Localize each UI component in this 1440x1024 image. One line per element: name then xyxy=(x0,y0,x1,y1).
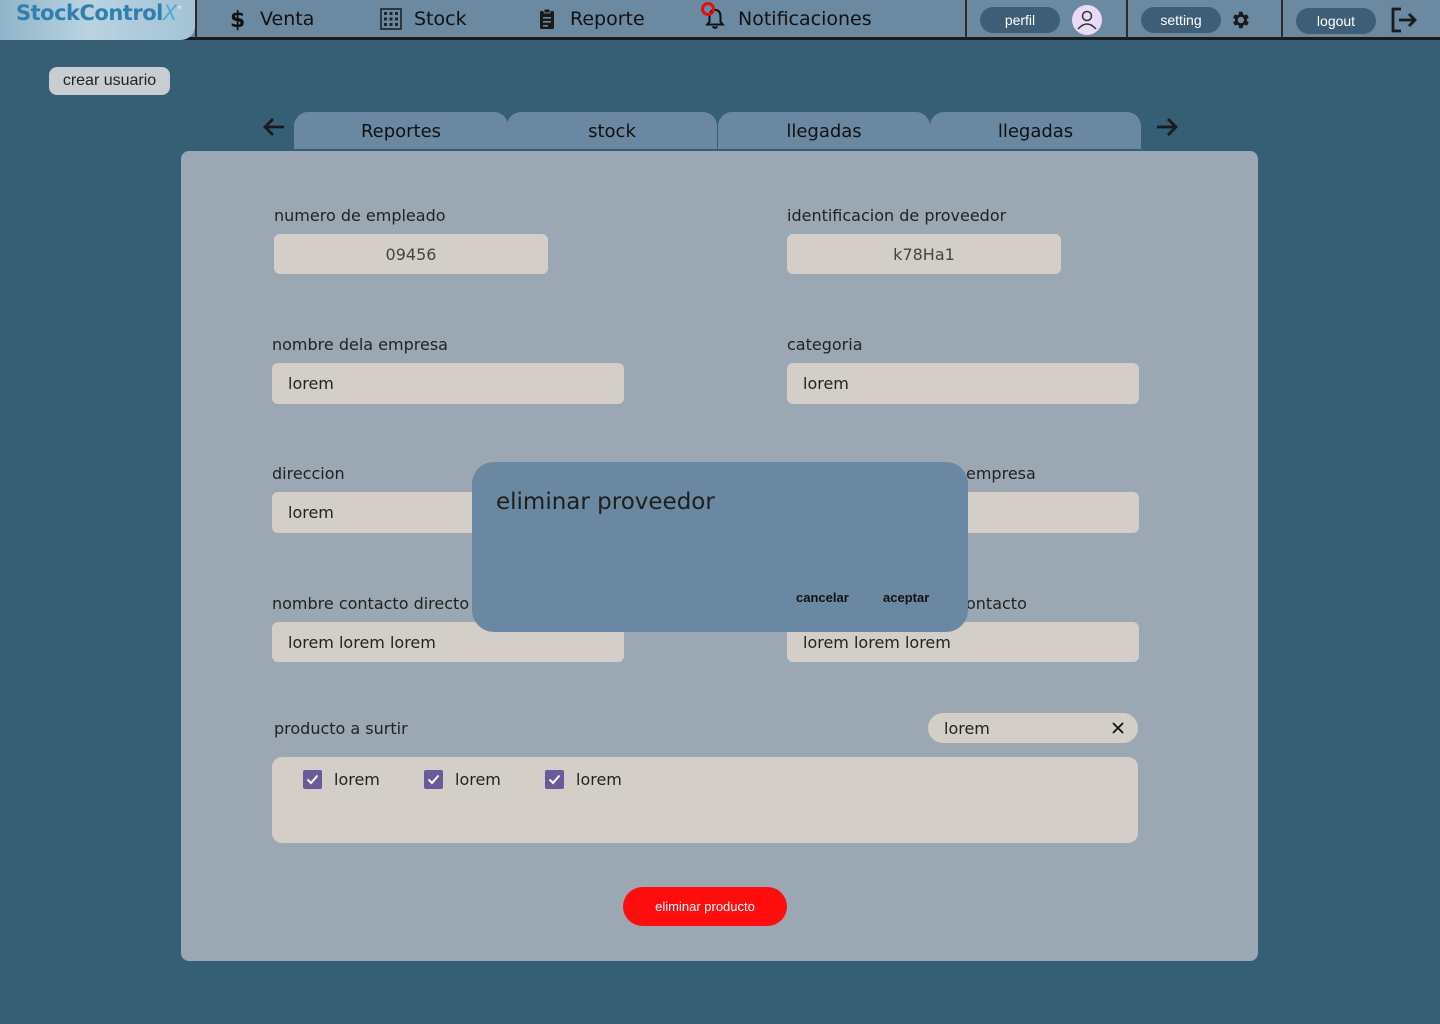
topbar-divider xyxy=(1281,0,1283,38)
nombre-contacto-label: nombre contacto directo xyxy=(272,594,470,613)
telefono-contacto-label: ontacto xyxy=(966,594,1027,613)
logout-button[interactable]: logout xyxy=(1296,8,1376,34)
product-item-label: lorem xyxy=(576,770,622,789)
nav-notificaciones[interactable]: Notificaciones xyxy=(701,2,872,33)
telefono-empresa-label: empresa xyxy=(966,464,1036,483)
tab-stock[interactable]: stock xyxy=(507,112,717,149)
dollar-icon: $ xyxy=(226,8,248,31)
product-item-label: lorem xyxy=(334,770,380,789)
id-proveedor-label: identificacion de proveedor xyxy=(787,206,1007,225)
tab-llegadas[interactable]: llegadas xyxy=(718,112,930,149)
logout-icon[interactable] xyxy=(1388,5,1420,35)
nav-reporte[interactable]: Reporte xyxy=(536,5,645,33)
checkbox-checked-icon[interactable] xyxy=(303,770,322,789)
perfil-button[interactable]: perfil xyxy=(980,7,1060,33)
checkbox-checked-icon[interactable] xyxy=(424,770,443,789)
arrow-left-icon[interactable] xyxy=(261,114,287,140)
topbar-divider xyxy=(965,0,967,38)
product-item-label: lorem xyxy=(455,770,501,789)
aceptar-button[interactable]: aceptar xyxy=(883,590,929,605)
product-checkbox-item[interactable]: lorem xyxy=(303,770,380,789)
categoria-field[interactable]: lorem xyxy=(787,363,1139,404)
svg-text:$: $ xyxy=(230,8,245,31)
bell-icon xyxy=(701,2,726,30)
product-checkbox-item[interactable]: lorem xyxy=(545,770,622,789)
product-checkbox-list: lorem lorem lorem xyxy=(272,757,1138,843)
app-logo[interactable]: StockControlX* xyxy=(0,0,195,40)
checkbox-checked-icon[interactable] xyxy=(545,770,564,789)
clipboard-icon xyxy=(536,8,558,30)
nav-stock[interactable]: Stock xyxy=(380,5,467,33)
nav-venta-label: Venta xyxy=(260,8,315,30)
gear-icon[interactable] xyxy=(1228,8,1252,32)
topbar-divider xyxy=(195,0,197,38)
nav-reporte-label: Reporte xyxy=(570,8,645,30)
categoria-label: categoria xyxy=(787,335,863,354)
arrow-right-icon[interactable] xyxy=(1154,114,1180,140)
confirm-delete-dialog: eliminar proveedor cancelar aceptar xyxy=(472,462,968,632)
top-navigation-bar: StockControlX* $ Venta Stock Reporte Not… xyxy=(0,0,1440,40)
tab-reportes[interactable]: Reportes xyxy=(294,112,508,149)
close-icon[interactable] xyxy=(1112,719,1124,738)
logo-mark: * xyxy=(176,4,182,15)
crear-usuario-button[interactable]: crear usuario xyxy=(49,67,170,95)
direccion-label: direccion xyxy=(272,464,345,483)
eliminar-producto-button[interactable]: eliminar producto xyxy=(623,887,787,926)
producto-label: producto a surtir xyxy=(274,719,408,738)
logo-text: StockControl xyxy=(16,1,163,25)
nav-stock-label: Stock xyxy=(414,8,467,30)
notification-dot xyxy=(701,2,715,16)
logo-accent: X xyxy=(162,1,177,25)
cancelar-button[interactable]: cancelar xyxy=(796,590,849,605)
nav-venta[interactable]: $ Venta xyxy=(226,5,314,33)
producto-search-input[interactable]: lorem xyxy=(928,713,1138,743)
grid-icon xyxy=(380,8,402,30)
nombre-empresa-field[interactable]: lorem xyxy=(272,363,624,404)
producto-search-value: lorem xyxy=(944,718,990,738)
numero-empleado-field[interactable]: 09456 xyxy=(274,234,548,274)
nombre-empresa-label: nombre dela empresa xyxy=(272,335,448,354)
numero-empleado-label: numero de empleado xyxy=(274,206,446,225)
id-proveedor-field[interactable]: k78Ha1 xyxy=(787,234,1061,274)
setting-button[interactable]: setting xyxy=(1141,7,1221,33)
dialog-title: eliminar proveedor xyxy=(496,489,715,515)
user-avatar-icon[interactable] xyxy=(1071,4,1103,36)
tab-llegadas-2[interactable]: llegadas xyxy=(930,112,1141,149)
nav-notificaciones-label: Notificaciones xyxy=(738,8,872,30)
product-checkbox-item[interactable]: lorem xyxy=(424,770,501,789)
topbar-divider xyxy=(1126,0,1128,38)
